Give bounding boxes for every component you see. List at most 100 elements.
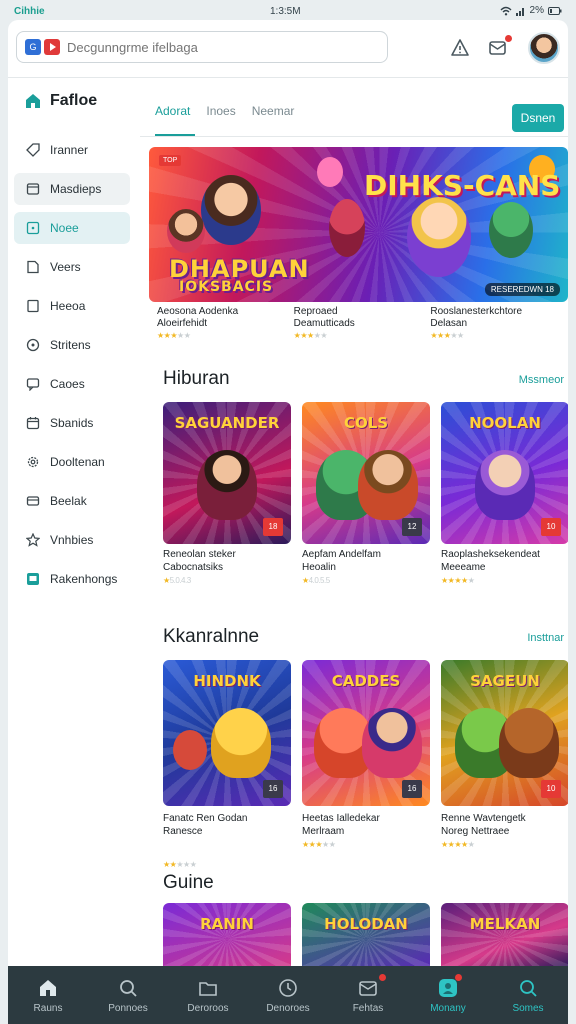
game-card[interactable]: HOLODAN — [302, 903, 430, 968]
notification-badge — [504, 34, 513, 43]
card-character — [211, 708, 271, 778]
game-card[interactable]: CADDES 16 — [302, 660, 430, 806]
gear-icon — [27, 456, 39, 468]
hero-meta-line1: Reproaed — [293, 306, 338, 317]
sidebar-item-vnhbies[interactable]: Vnhbies — [14, 524, 130, 556]
sidebar-item-label: Caoes — [50, 377, 85, 391]
card-title: HINDNK — [193, 672, 261, 690]
sidebar-item-veers[interactable]: Veers — [14, 251, 130, 283]
sidebar-item-label: Dooltenan — [50, 455, 105, 469]
bottom-nav-item-deroroos[interactable]: Deroroos — [168, 966, 248, 1024]
hero-character-boy — [167, 209, 205, 253]
bottom-nav-item-fehtas[interactable]: Fehtas — [328, 966, 408, 1024]
game-card[interactable]: SAGUANDER 18 — [163, 402, 291, 544]
star-icon — [26, 533, 40, 547]
card-title: SAGEUN — [470, 672, 540, 690]
sidebar-item-label: Iranner — [50, 143, 89, 157]
bottom-nav-item-rauns[interactable]: Rauns — [8, 966, 88, 1024]
sidebar-item-dooltenan[interactable]: Dooltenan — [14, 446, 130, 478]
hero-title-right: DIHKS-CANS — [364, 169, 561, 202]
alert-icon[interactable] — [448, 36, 472, 60]
sidebar-item-label: Beelak — [50, 494, 87, 508]
hero-tag: TOP — [159, 155, 182, 166]
star-rating: ★★★★★ — [293, 331, 328, 340]
rating-text: 5.0.4.3 — [169, 576, 191, 585]
bottom-nav-label: Monany — [430, 1002, 466, 1014]
age-rating-badge: 12 — [402, 518, 422, 536]
sidebar-item-heeoa[interactable]: Heeoa — [14, 290, 130, 322]
sidebar-brand[interactable]: Fafloe — [24, 92, 97, 110]
box-icon — [26, 183, 40, 195]
status-bar: Cihhie 1:3:5M 2% — [0, 0, 576, 22]
card-character — [173, 730, 207, 770]
search-input[interactable] — [67, 39, 367, 55]
sidebar-item-beelak[interactable]: Beelak — [14, 485, 130, 517]
star-rating: ★★★★★ — [302, 840, 336, 849]
sidebar-item-sbanids[interactable]: Sbanids — [14, 407, 130, 439]
game-card[interactable]: HINDNK 16 — [163, 660, 291, 806]
tab-adorat[interactable]: Adorat — [155, 104, 190, 118]
bottom-nav-item-monany[interactable]: Monany — [408, 966, 488, 1024]
bottom-nav-item-somes[interactable]: Somes — [488, 966, 568, 1024]
game-card[interactable]: COLS 12 — [302, 402, 430, 544]
sidebar-item-label: Veers — [50, 260, 81, 274]
mail-icon — [359, 980, 377, 996]
hero-meta-item[interactable]: Aeosona Aodenka Aloeirfehidt ★★★★★ — [157, 306, 294, 342]
card-meta: Renne Wavtengetk Noreg Nettraee ★★★★★ — [441, 812, 568, 851]
avatar[interactable] — [528, 32, 560, 64]
section-title-guine: Guine — [163, 872, 214, 893]
sidebar-item-iranner[interactable]: Iranner — [14, 134, 130, 166]
card-title: SAGUANDER — [174, 414, 280, 432]
search-bar[interactable]: G — [16, 31, 388, 63]
hero-meta-item[interactable]: Rooslanesterkchtore Delasan ★★★★★ — [430, 306, 567, 342]
sidebar-item-label: Rakenhongs — [50, 572, 118, 586]
age-rating-badge: 18 — [263, 518, 283, 536]
bottom-nav-item-ponnoes[interactable]: Ponnoes — [88, 966, 168, 1024]
card-meta: Raoplasheksekendeat Meeeame ★★★★★ — [441, 548, 568, 587]
sidebar-item-masdieps[interactable]: Masdieps — [14, 173, 130, 205]
play-icon — [44, 39, 60, 55]
hero-badge: RESEREDWN 18 — [484, 283, 560, 296]
sidebar-item-rakenhongs[interactable]: Rakenhongs — [14, 563, 130, 595]
card-meta-line1: Reneolan steker — [163, 549, 236, 560]
battery-percent: 2% — [529, 5, 544, 16]
main-content: Adorat Inoes Neemar Dsnen TOP DHAPUAN IO… — [140, 78, 568, 968]
calendar-icon — [26, 417, 40, 430]
card-meta: Fanatc Ren Godan Ranesce — [163, 812, 295, 838]
game-card[interactable]: NOOLAN 10 — [441, 402, 568, 544]
sidebar-item-stritens[interactable]: Stritens — [14, 329, 130, 361]
tab-inoes[interactable]: Inoes — [206, 104, 235, 118]
notification-badge — [455, 974, 462, 981]
see-all-link[interactable]: Mssmeor — [519, 374, 564, 386]
status-left-text: Cihhie — [14, 6, 45, 17]
primary-button[interactable]: Dsnen — [512, 104, 564, 132]
card-meta-line2: Heoalin — [302, 562, 336, 573]
hero-banner[interactable]: TOP DHAPUAN IOKSBACIS DIHKS-CANS RESERED… — [149, 147, 568, 302]
hero-character-robot — [329, 199, 365, 257]
age-rating-badge: 16 — [402, 780, 422, 798]
rating-text: 4.0.5.5 — [308, 576, 330, 585]
sidebar-item-label: Noee — [50, 221, 79, 235]
hero-meta-item[interactable]: Reproaed Deamutticads ★★★★★ — [294, 306, 431, 342]
card-title: NOOLAN — [469, 414, 541, 432]
hero-meta-line1: Aeosona Aodenka — [157, 306, 239, 317]
section-title-kkanralnne: Kkanralnne — [163, 626, 260, 647]
tab-neemar[interactable]: Neemar — [252, 104, 295, 118]
notification-badge — [379, 974, 386, 981]
card-character — [362, 708, 422, 778]
game-card[interactable]: RANIN — [163, 903, 291, 968]
card-rays — [302, 903, 430, 968]
star-rating: ★★★★★ — [441, 840, 475, 849]
game-card[interactable]: MELKAN — [441, 903, 568, 968]
bottom-nav-label: Ponnoes — [108, 1002, 148, 1014]
card-meta-line1: Aepfam Andelfam — [302, 549, 381, 560]
bottom-nav-item-denoroes[interactable]: Denoroes — [248, 966, 328, 1024]
sidebar-item-caoes[interactable]: Caoes — [14, 368, 130, 400]
see-all-link[interactable]: Insttnar — [527, 632, 564, 644]
sidebar-item-noee[interactable]: Noee — [14, 212, 130, 244]
star-rating: ★★★★★ — [157, 331, 191, 340]
battery-icon — [548, 6, 562, 15]
card-meta: Heetas Ialledekar Merlraam ★★★★★ — [302, 812, 434, 851]
hero-meta-line2: Deamutticads — [293, 318, 355, 329]
game-card[interactable]: SAGEUN 10 — [441, 660, 568, 806]
